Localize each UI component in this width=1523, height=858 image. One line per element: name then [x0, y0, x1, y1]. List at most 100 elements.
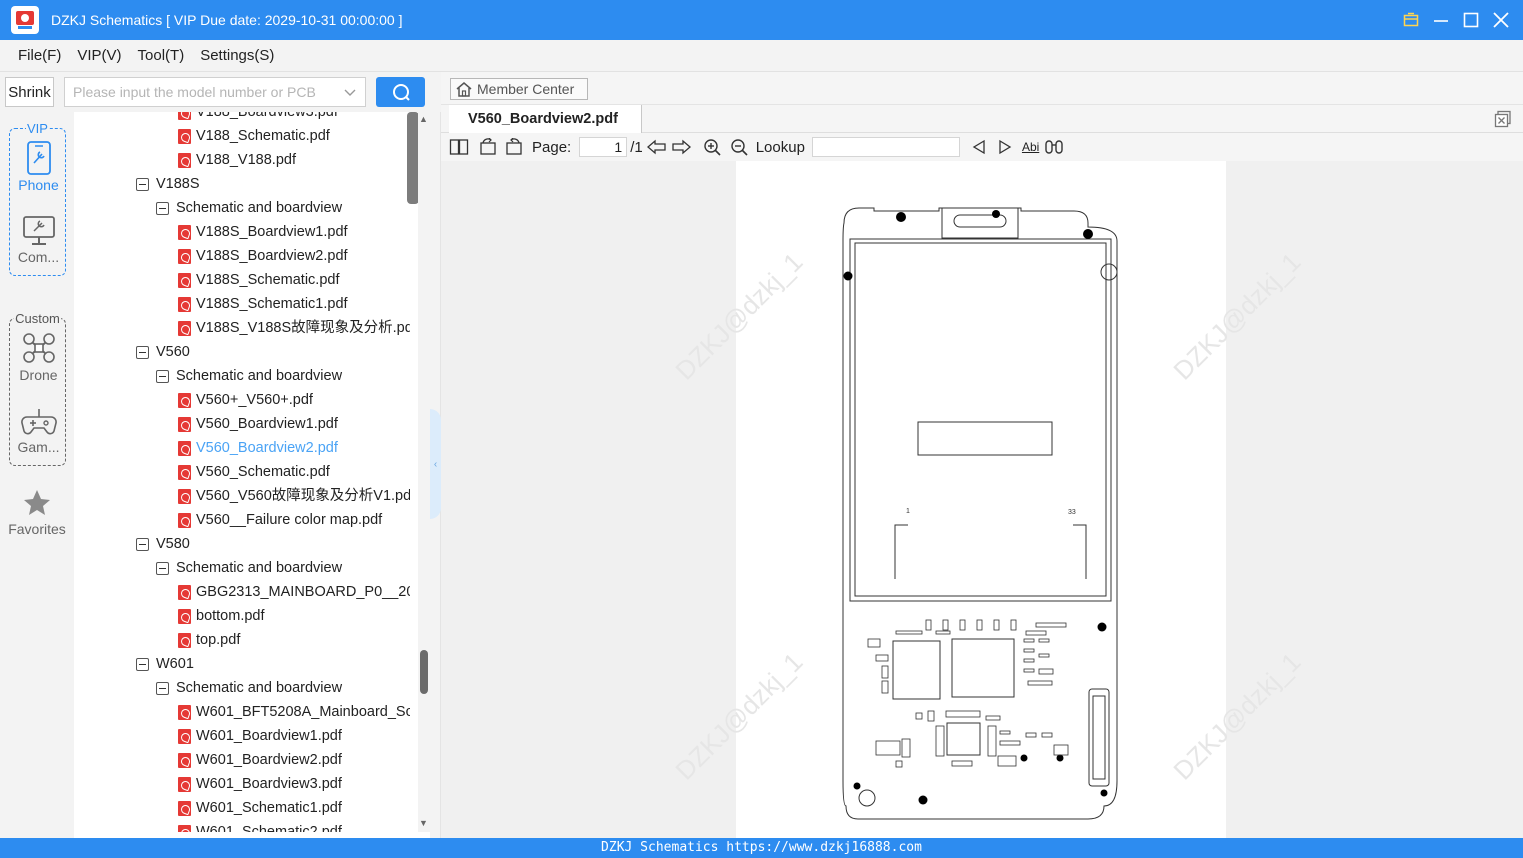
panel-splitter[interactable]: ‹	[430, 112, 441, 838]
menu-tool[interactable]: Tool(T)	[138, 47, 185, 64]
collapse-toggle-icon[interactable]	[156, 369, 169, 383]
tree-folder[interactable]: W601	[136, 652, 194, 676]
tree-file[interactable]: V188S_V188S故障现象及分析.pdf	[178, 316, 410, 340]
find-next-icon[interactable]	[998, 139, 1012, 155]
tree-item-label: V560__Failure color map.pdf	[196, 512, 383, 528]
close-all-tabs-icon[interactable]	[1494, 110, 1512, 131]
close-icon[interactable]	[1493, 12, 1509, 28]
pdf-file-icon	[178, 824, 191, 832]
favorites-button[interactable]: Favorites	[0, 488, 74, 537]
tree-file[interactable]: W601_Schematic2.pdf	[178, 820, 342, 832]
favorites-label: Favorites	[8, 521, 66, 537]
collapse-toggle-icon[interactable]	[136, 657, 149, 671]
tree-file[interactable]: top.pdf	[178, 628, 240, 652]
tree-item-label: W601_BFT5208A_Mainboard_Schematic	[196, 704, 410, 720]
tree-folder[interactable]: Schematic and boardview	[156, 196, 342, 220]
tree-file[interactable]: W601_BFT5208A_Mainboard_Schematic	[178, 700, 410, 724]
tree-folder[interactable]: V188S	[136, 172, 200, 196]
menu-vip[interactable]: VIP(V)	[77, 47, 121, 64]
pdf-file-icon	[178, 152, 191, 168]
scroll-down-icon[interactable]: ▼	[419, 818, 428, 828]
tree-file[interactable]: V560+_V560+.pdf	[178, 388, 313, 412]
pin-label-left: 1	[906, 508, 910, 515]
tree-file[interactable]: V188_Schematic.pdf	[178, 124, 330, 148]
pdf-file-icon	[178, 416, 191, 432]
search-row: Shrink	[0, 72, 441, 112]
match-case-button[interactable]: Abi	[1022, 140, 1039, 154]
tree-file[interactable]: V560_V560故障现象及分析V1.pdf	[178, 484, 410, 508]
wallet-icon[interactable]	[1403, 12, 1419, 28]
tree-folder[interactable]: Schematic and boardview	[156, 676, 342, 700]
computer-icon	[22, 216, 55, 245]
page-number-input[interactable]: 1	[579, 137, 628, 157]
tree-folder[interactable]: V580	[136, 532, 190, 556]
tree-file[interactable]: V188_V188.pdf	[178, 148, 296, 172]
search-input[interactable]	[65, 78, 335, 106]
tree-file[interactable]: GBG2313_MAINBOARD_P0__2019	[178, 580, 410, 604]
vip-group-title: VIP	[26, 121, 49, 136]
binoculars-icon[interactable]	[1044, 139, 1064, 155]
two-page-view-icon[interactable]	[449, 138, 469, 156]
collapse-toggle-icon[interactable]	[156, 201, 169, 215]
menu-settings[interactable]: Settings(S)	[200, 47, 274, 64]
lookup-input[interactable]	[811, 137, 960, 157]
search-button[interactable]	[376, 77, 425, 107]
menu-file[interactable]: File(F)	[18, 47, 61, 64]
prev-page-icon[interactable]	[646, 139, 667, 155]
collapse-toggle-icon[interactable]	[156, 561, 169, 575]
tree-file[interactable]: bottom.pdf	[178, 604, 265, 628]
pdf-file-icon	[178, 488, 191, 504]
pdf-file-icon	[178, 632, 191, 648]
category-phone-label: Phone	[18, 177, 59, 193]
tree-file[interactable]: V560_Schematic.pdf	[178, 460, 330, 484]
zoom-out-icon[interactable]	[730, 138, 748, 156]
rotate-left-icon[interactable]	[478, 138, 498, 156]
tree-item-label: V560+_V560+.pdf	[196, 392, 313, 408]
tree-item-label: Schematic and boardview	[176, 560, 343, 576]
chevron-down-icon[interactable]	[343, 85, 357, 102]
tree-file[interactable]: V560_Boardview1.pdf	[178, 412, 338, 436]
tree-item-label: Schematic and boardview	[176, 680, 343, 696]
tree-file[interactable]: V560_Boardview2.pdf	[178, 436, 338, 460]
scroll-up-icon[interactable]: ▲	[419, 114, 428, 124]
category-phone[interactable]: Phone	[10, 141, 67, 193]
shrink-button[interactable]: Shrink	[5, 77, 54, 107]
tree-scrollbar[interactable]: ▲ ▼	[418, 112, 430, 832]
tree-file[interactable]: V560__Failure color map.pdf	[178, 508, 382, 532]
member-center-button[interactable]: Member Center	[450, 78, 588, 100]
scrollbar-thumb[interactable]	[420, 650, 428, 694]
tree-file[interactable]: V188S_Schematic.pdf	[178, 268, 339, 292]
category-drone[interactable]: Drone	[10, 331, 67, 383]
next-page-icon[interactable]	[671, 139, 691, 155]
collapse-toggle-icon[interactable]	[136, 537, 149, 551]
tree-item-label: V188_Boardview3.pdf	[196, 112, 338, 120]
tree-file[interactable]: V188S_Boardview1.pdf	[178, 220, 348, 244]
tab-v560-boardview2[interactable]: V560_Boardview2.pdf	[449, 105, 642, 133]
tree-folder[interactable]: Schematic and boardview	[156, 556, 342, 580]
tree-item-label: Schematic and boardview	[176, 200, 343, 216]
zoom-in-icon[interactable]	[703, 138, 721, 156]
maximize-icon[interactable]	[1463, 12, 1479, 28]
pdf-canvas-area[interactable]: DZKJ@dzkj_1 DZKJ@dzkj_1 DZKJ@dzkj_1 DZKJ…	[441, 161, 1523, 838]
pdf-page: DZKJ@dzkj_1 DZKJ@dzkj_1 DZKJ@dzkj_1 DZKJ…	[669, 161, 1306, 838]
collapse-toggle-icon[interactable]	[136, 177, 149, 191]
rotate-right-icon[interactable]	[504, 138, 524, 156]
tree-file[interactable]: W601_Boardview2.pdf	[178, 748, 342, 772]
category-computer[interactable]: Com...	[10, 215, 67, 265]
tree-file[interactable]: V188S_Boardview2.pdf	[178, 244, 348, 268]
tree-folder[interactable]: Schematic and boardview	[156, 364, 342, 388]
tree-file[interactable]: V188S_Schematic1.pdf	[178, 292, 348, 316]
pdf-file-icon	[178, 584, 191, 600]
find-prev-icon[interactable]	[972, 139, 986, 155]
tree-file[interactable]: W601_Boardview1.pdf	[178, 724, 342, 748]
collapse-toggle-icon[interactable]	[136, 345, 149, 359]
collapse-panel-icon[interactable]: ‹	[430, 409, 441, 519]
minimize-icon[interactable]	[1433, 12, 1449, 28]
collapse-toggle-icon[interactable]	[156, 681, 169, 695]
tree-file[interactable]: W601_Schematic1.pdf	[178, 796, 342, 820]
tree-item-label: Schematic and boardview	[176, 368, 343, 384]
tree-file[interactable]: V188_Boardview3.pdf	[178, 112, 338, 124]
tree-file[interactable]: W601_Boardview3.pdf	[178, 772, 342, 796]
tree-folder[interactable]: V560	[136, 340, 190, 364]
category-game[interactable]: Gam...	[10, 405, 67, 455]
